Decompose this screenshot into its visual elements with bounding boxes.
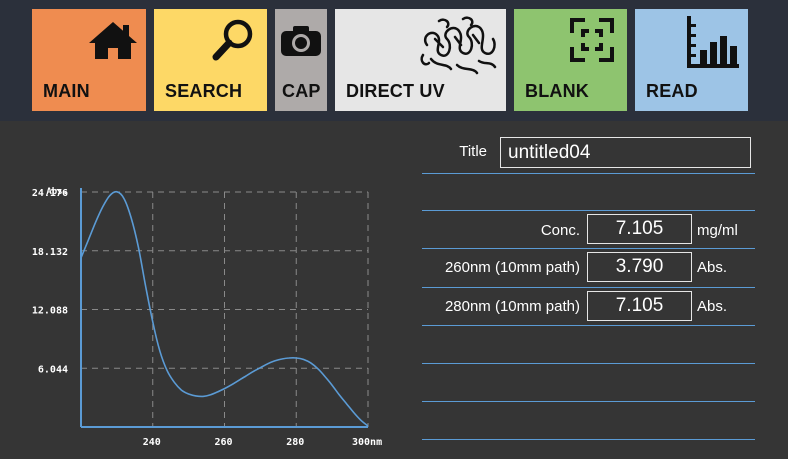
- x-tick-label: 300nm: [352, 437, 382, 448]
- row-divider: [422, 401, 755, 402]
- home-icon: [88, 21, 138, 66]
- conc-unit: mg/ml: [697, 222, 738, 239]
- y-tick-label: 12.088: [32, 306, 68, 317]
- a280-unit: Abs.: [697, 298, 728, 315]
- main-button-label: MAIN: [43, 81, 90, 101]
- y-tick-label: 18.132: [32, 247, 68, 258]
- a260-label: 260nm (10mm path): [444, 259, 580, 276]
- a260-value: 3.790: [587, 252, 692, 282]
- search-button-label: SEARCH: [165, 81, 243, 101]
- a260-unit: Abs.: [697, 259, 728, 276]
- a280-value: 7.105: [587, 291, 692, 321]
- row-divider: [422, 439, 755, 440]
- y-tick-label: 24.176: [32, 188, 68, 199]
- protein-structure-icon: [417, 15, 501, 80]
- chart-grid: [81, 191, 369, 427]
- a280-label: 280nm (10mm path): [444, 298, 580, 315]
- blank-button-label: BLANK: [525, 81, 589, 101]
- search-icon: [211, 17, 257, 68]
- bar-chart-icon: [685, 14, 741, 75]
- search-button[interactable]: SEARCH: [154, 9, 267, 111]
- row-divider: [422, 248, 755, 249]
- camera-icon: [280, 25, 322, 62]
- read-button[interactable]: READ: [635, 9, 748, 111]
- top-toolbar: MAIN SEARCH CAP DIRECT UV BLANK READ: [0, 0, 788, 121]
- title-input[interactable]: [500, 137, 751, 168]
- chart-ticks: Abs.24.17618.13212.0886.044240 260 280 300n…: [32, 187, 382, 448]
- read-button-label: READ: [646, 81, 698, 101]
- blank-button[interactable]: BLANK: [514, 9, 627, 111]
- row-divider: [422, 363, 755, 364]
- title-label: Title: [459, 143, 487, 160]
- row-divider: [422, 173, 755, 174]
- conc-value: 7.105: [587, 214, 692, 244]
- row-divider: [422, 325, 755, 326]
- absorbance-spectrum-chart: Abs.24.17618.13212.0886.044240 260 280 300n…: [32, 187, 382, 448]
- main-button[interactable]: MAIN: [32, 9, 146, 111]
- blank-frame-icon: [569, 17, 615, 68]
- x-tick-label: 240: [143, 437, 161, 448]
- row-divider: [422, 287, 755, 288]
- y-tick-label: 6.044: [38, 364, 68, 375]
- cap-button[interactable]: CAP: [275, 9, 327, 111]
- cap-button-label: CAP: [282, 81, 321, 101]
- x-tick-label: 260: [215, 437, 233, 448]
- x-tick-label: 280: [286, 437, 304, 448]
- conc-label: Conc.: [540, 222, 580, 239]
- direct-uv-button[interactable]: DIRECT UV: [335, 9, 506, 111]
- direct-uv-button-label: DIRECT UV: [346, 81, 445, 101]
- row-divider: [422, 210, 755, 211]
